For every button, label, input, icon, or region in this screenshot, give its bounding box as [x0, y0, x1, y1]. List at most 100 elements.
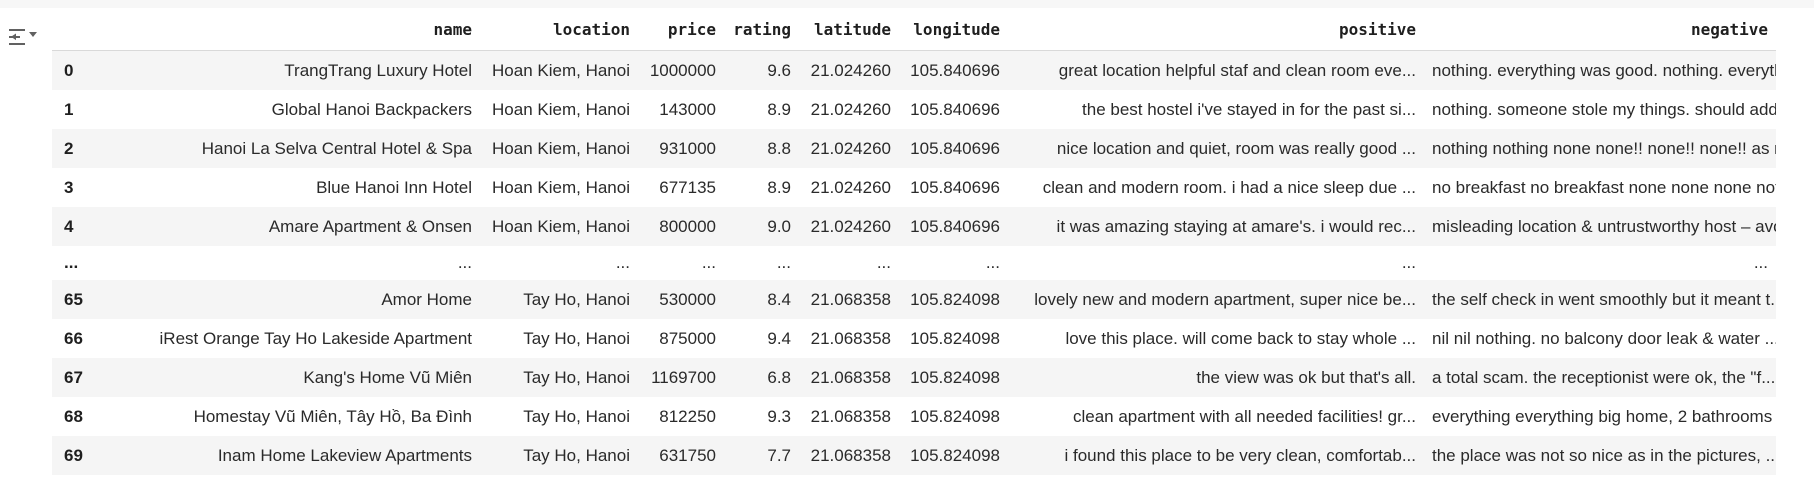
column-header-latitude: latitude	[799, 8, 899, 51]
column-header-positive: positive	[1008, 8, 1424, 51]
cell-name: Inam Home Lakeview Apartments	[92, 436, 480, 475]
table-row: 4 Amare Apartment & Onsen Hoan Kiem, Hanoi…	[52, 207, 1776, 246]
cell-location: Hoan Kiem, Hanoi	[480, 90, 638, 129]
cell-latitude: 21.024260	[799, 168, 899, 207]
cell-latitude: 21.068358	[799, 358, 899, 397]
cell-price: ...	[638, 246, 724, 280]
cell-positive: the best hostel i've stayed in for the p…	[1008, 90, 1424, 129]
cell-price: 1000000	[638, 50, 724, 90]
cell-latitude: 21.024260	[799, 207, 899, 246]
cell-positive: clean and modern room. i had a nice slee…	[1008, 168, 1424, 207]
cell-rating: ...	[724, 246, 799, 280]
cell-name: Hanoi La Selva Central Hotel & Spa	[92, 129, 480, 168]
cell-longitude: 105.840696	[899, 168, 1008, 207]
dataframe-output: name location price rating latitude long…	[52, 8, 1780, 492]
cell-name: Kang's Home Vũ Miên	[92, 358, 480, 397]
cell-latitude: 21.068358	[799, 397, 899, 436]
table-row: 1 Global Hanoi Backpackers Hoan Kiem, Hano…	[52, 90, 1776, 129]
cell-name: iRest Orange Tay Ho Lakeside Apartment	[92, 319, 480, 358]
cell-location: Hoan Kiem, Hanoi	[480, 207, 638, 246]
cell-name: Amare Apartment & Onsen	[92, 207, 480, 246]
cell-location: Tay Ho, Hanoi	[480, 436, 638, 475]
row-index: 4	[52, 207, 92, 246]
cell-longitude: 105.824098	[899, 358, 1008, 397]
cell-rating: 9.0	[724, 207, 799, 246]
cell-location: Tay Ho, Hanoi	[480, 319, 638, 358]
cell-rating: 8.8	[724, 129, 799, 168]
output-gutter	[0, 8, 52, 492]
cell-positive: i found this place to be very clean, com…	[1008, 436, 1424, 475]
cell-positive: the view was ok but that's all.	[1008, 358, 1424, 397]
cell-latitude: 21.024260	[799, 129, 899, 168]
cell-rating: 9.4	[724, 319, 799, 358]
cell-location: Tay Ho, Hanoi	[480, 358, 638, 397]
table-row: 2 Hanoi La Selva Central Hotel & Spa Hoan …	[52, 129, 1776, 168]
cell-latitude: 21.068358	[799, 280, 899, 319]
table-ellipsis-row: ...........................	[52, 246, 1776, 280]
cell-longitude: 105.840696	[899, 129, 1008, 168]
cell-name: Global Hanoi Backpackers	[92, 90, 480, 129]
output-settings-icon[interactable]	[8, 24, 38, 52]
cell-latitude: 21.068358	[799, 436, 899, 475]
cell-name: Amor Home	[92, 280, 480, 319]
cell-longitude: 105.824098	[899, 436, 1008, 475]
row-index: 67	[52, 358, 92, 397]
cell-top-strip	[0, 0, 1814, 8]
table-row: 67 Kang's Home Vũ Miên Tay Ho, Hanoi 116970…	[52, 358, 1776, 397]
cell-negative: ...	[1424, 246, 1776, 280]
cell-latitude: 21.024260	[799, 90, 899, 129]
cell-price: 812250	[638, 397, 724, 436]
cell-negative: no breakfast no breakfast none none none…	[1424, 168, 1776, 207]
dataframe-table: name location price rating latitude long…	[52, 8, 1776, 475]
cell-longitude: 105.824098	[899, 280, 1008, 319]
cell-price: 1169700	[638, 358, 724, 397]
table-row: 66 iRest Orange Tay Ho Lakeside Apartment…	[52, 319, 1776, 358]
cell-longitude: 105.824098	[899, 397, 1008, 436]
cell-negative: the place was not so nice as in the pict…	[1424, 436, 1776, 475]
cell-negative: nothing nothing none none!! none!! none!…	[1424, 129, 1776, 168]
cell-positive: it was amazing staying at amare's. i wou…	[1008, 207, 1424, 246]
cell-longitude: 105.840696	[899, 90, 1008, 129]
cell-positive: clean apartment with all needed faciliti…	[1008, 397, 1424, 436]
cell-negative: nothing. someone stole my things. should…	[1424, 90, 1776, 129]
cell-rating: 6.8	[724, 358, 799, 397]
row-index: 66	[52, 319, 92, 358]
cell-location: ...	[480, 246, 638, 280]
row-index: 68	[52, 397, 92, 436]
row-index: 69	[52, 436, 92, 475]
table-row: 68 Homestay Vũ Miên, Tây Hồ, Ba Đình Tay H…	[52, 397, 1776, 436]
cell-rating: 8.9	[724, 168, 799, 207]
cell-rating: 7.7	[724, 436, 799, 475]
table-row: 3 Blue Hanoi Inn Hotel Hoan Kiem, Hanoi 677…	[52, 168, 1776, 207]
cell-location: Hoan Kiem, Hanoi	[480, 168, 638, 207]
cell-name: ...	[92, 246, 480, 280]
table-row: 65 Amor Home Tay Ho, Hanoi 530000 8.4 21.0683…	[52, 280, 1776, 319]
cell-price: 143000	[638, 90, 724, 129]
cell-location: Tay Ho, Hanoi	[480, 280, 638, 319]
cell-negative: everything everything big home, 2 bathro…	[1424, 397, 1776, 436]
cell-negative: nil nil nothing. no balcony door leak & …	[1424, 319, 1776, 358]
cell-negative: misleading location & untrustworthy host…	[1424, 207, 1776, 246]
cell-name: Homestay Vũ Miên, Tây Hồ, Ba Đình	[92, 397, 480, 436]
cell-price: 931000	[638, 129, 724, 168]
cell-latitude: 21.068358	[799, 319, 899, 358]
cell-rating: 8.4	[724, 280, 799, 319]
cell-positive: nice location and quiet, room was really…	[1008, 129, 1424, 168]
row-index: ...	[52, 246, 92, 280]
cell-rating: 9.6	[724, 50, 799, 90]
row-index: 0	[52, 50, 92, 90]
table-header-row: name location price rating latitude long…	[52, 8, 1776, 51]
cell-price: 800000	[638, 207, 724, 246]
cell-location: Tay Ho, Hanoi	[480, 397, 638, 436]
cell-longitude: 105.840696	[899, 207, 1008, 246]
cell-latitude: 21.024260	[799, 50, 899, 90]
cell-name: Blue Hanoi Inn Hotel	[92, 168, 480, 207]
column-header-price: price	[638, 8, 724, 51]
row-index: 1	[52, 90, 92, 129]
row-index: 3	[52, 168, 92, 207]
cell-rating: 9.3	[724, 397, 799, 436]
cell-rating: 8.9	[724, 90, 799, 129]
column-header-negative: negative	[1424, 8, 1776, 51]
cell-positive: love this place. will come back to stay …	[1008, 319, 1424, 358]
index-header	[52, 8, 92, 51]
